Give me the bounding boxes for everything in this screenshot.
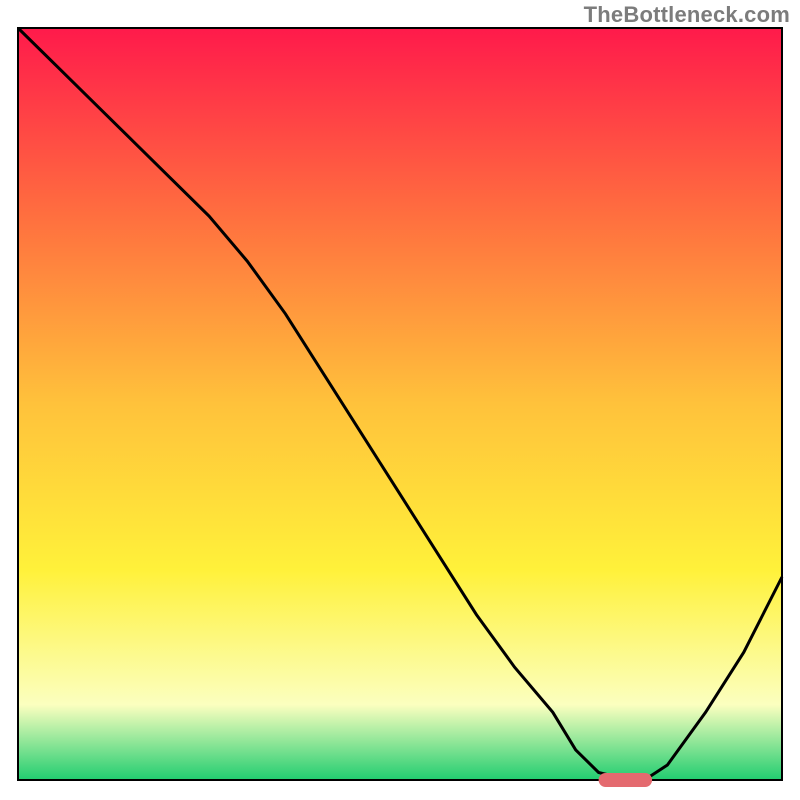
chart-stage: TheBottleneck.com <box>0 0 800 800</box>
bottleneck-chart <box>0 0 800 800</box>
optimal-marker <box>599 773 653 787</box>
